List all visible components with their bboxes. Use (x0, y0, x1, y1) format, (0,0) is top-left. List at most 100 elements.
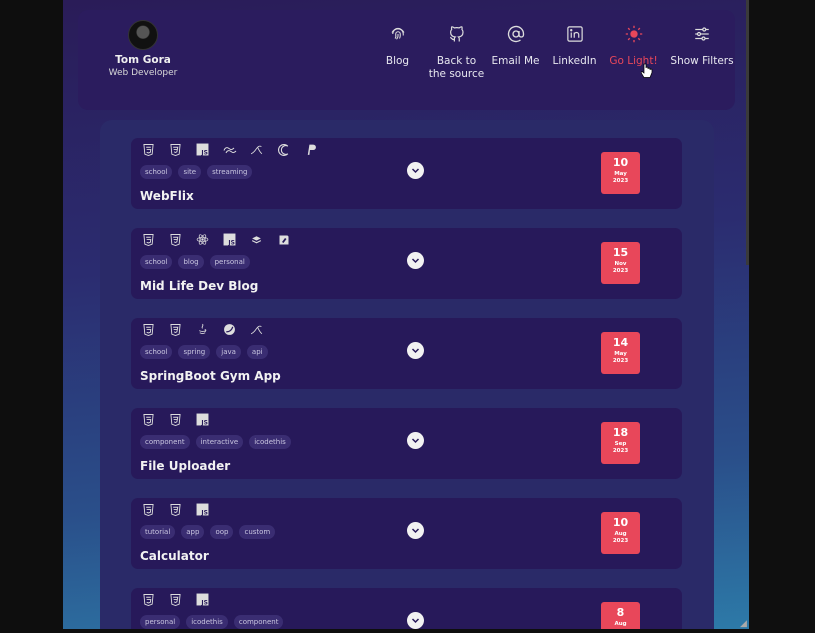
spring-icon (221, 323, 238, 336)
tag[interactable]: component (233, 615, 284, 629)
expand-chevron-icon[interactable] (407, 522, 424, 539)
tag[interactable]: spring (178, 345, 211, 359)
editor-icon (275, 233, 292, 246)
date-day: 15 (612, 246, 629, 259)
tag[interactable]: app (181, 525, 205, 539)
nav-linkedin[interactable]: LinkedIn (545, 22, 604, 81)
svg-text:JS: JS (200, 149, 208, 156)
date-year: 2023 (612, 268, 629, 274)
project-list: JS school site streaming WebFlix 10 May 2023 JS s… (100, 120, 714, 629)
nav-source[interactable]: Back to the source (427, 22, 486, 81)
tag[interactable]: school (140, 165, 173, 179)
project-card[interactable]: JS school blog personal Mid Life Dev Blog 15 N… (131, 228, 682, 299)
tech-stack: JS (140, 233, 292, 246)
resize-grip-icon[interactable]: ◢ (740, 620, 749, 629)
linkedin-icon (563, 22, 587, 46)
tag[interactable]: school (140, 345, 173, 359)
sun-icon (622, 22, 646, 46)
date-day: 14 (612, 336, 629, 349)
tag[interactable]: oop (210, 525, 234, 539)
expand-chevron-icon[interactable] (407, 342, 424, 359)
site-header: Tom Gora Web Developer Blog Back to the (78, 10, 735, 110)
nav-email-label: Email Me (491, 55, 540, 67)
tag[interactable]: streaming (207, 165, 253, 179)
nav-filters-label: Show Filters (670, 55, 734, 67)
date-month: Aug (614, 531, 627, 537)
window-background (749, 0, 815, 633)
javascript-icon: JS (221, 233, 238, 246)
page-viewport: Tom Gora Web Developer Blog Back to the (63, 0, 749, 629)
expand-chevron-icon[interactable] (407, 162, 424, 179)
date-day: 10 (612, 516, 629, 529)
avatar (128, 20, 158, 50)
expand-chevron-icon[interactable] (407, 432, 424, 449)
tag[interactable]: api (246, 345, 268, 359)
profile-name: Tom Gora (115, 54, 171, 66)
date-badge: 14 May 2023 (601, 332, 640, 374)
javascript-icon: JS (194, 593, 211, 606)
tag[interactable]: blog (178, 255, 204, 269)
date-badge: 10 Aug 2023 (601, 512, 640, 554)
tailwind-icon (221, 143, 238, 156)
date-month: May (614, 171, 627, 177)
css3-icon (167, 143, 184, 156)
date-month: Sep (614, 441, 627, 447)
paypal-icon (302, 143, 319, 156)
nav-show-filters[interactable]: Show Filters (663, 22, 741, 81)
css3-icon (167, 233, 184, 246)
expand-chevron-icon[interactable] (407, 252, 424, 269)
javascript-icon: JS (194, 413, 211, 426)
html5-icon (140, 503, 157, 516)
expand-chevron-icon[interactable] (407, 612, 424, 629)
sliders-icon (690, 22, 714, 46)
tag[interactable]: icodethis (186, 615, 228, 629)
tag[interactable]: tutorial (140, 525, 176, 539)
cloud-icon (248, 233, 265, 246)
mouse-cursor-icon (641, 63, 653, 78)
tag[interactable]: interactive (195, 435, 244, 449)
fingerprint-icon (386, 22, 410, 46)
tech-stack (140, 323, 265, 336)
html5-icon (140, 593, 157, 606)
svg-text:JS: JS (200, 599, 208, 606)
html5-icon (140, 233, 157, 246)
tech-stack: JS (140, 413, 211, 426)
date-badge: 10 May 2023 (601, 152, 640, 194)
tag[interactable]: icodethis (249, 435, 291, 449)
css3-icon (167, 413, 184, 426)
svg-text:JS: JS (200, 419, 208, 426)
profile-role: Web Developer (108, 68, 178, 78)
html5-icon (140, 143, 157, 156)
date-badge: 8 Aug (601, 602, 640, 629)
tag[interactable]: site (178, 165, 202, 179)
project-card[interactable]: school spring java api SpringBoot Gym App 14 M… (131, 318, 682, 389)
date-badge: 15 Nov 2023 (601, 242, 640, 284)
project-card[interactable]: JS tutorial app oop custom Calculator 10 Aug 202… (131, 498, 682, 569)
tag[interactable]: java (216, 345, 241, 359)
project-title: Calculator (140, 549, 209, 563)
project-card[interactable]: JS component interactive icodethis File Uplo… (131, 408, 682, 479)
date-day: 10 (612, 156, 629, 169)
svg-text:JS: JS (200, 509, 208, 516)
tag-list: school spring java api (140, 345, 268, 359)
java-icon (194, 323, 211, 336)
css3-icon (167, 323, 184, 336)
tag-list: school blog personal (140, 255, 250, 269)
nav-email[interactable]: Email Me (486, 22, 545, 81)
tag[interactable]: personal (140, 615, 181, 629)
date-badge: 18 Sep 2023 (601, 422, 640, 464)
nav-blog[interactable]: Blog (368, 22, 427, 81)
tag[interactable]: school (140, 255, 173, 269)
date-month: Aug (614, 621, 627, 627)
nav-theme-toggle[interactable]: Go Light! (604, 22, 663, 81)
tag[interactable]: personal (209, 255, 250, 269)
nav-linkedin-label: LinkedIn (552, 55, 597, 67)
tag[interactable]: custom (239, 525, 276, 539)
main-nav: Blog Back to the source Email Me LinkedI… (368, 22, 741, 81)
tag-list: component interactive icodethis (140, 435, 291, 449)
project-card[interactable]: JS personal icodethis component 8 Aug (131, 588, 682, 629)
tag[interactable]: component (140, 435, 190, 449)
date-year: 2023 (612, 538, 629, 544)
project-card[interactable]: JS school site streaming WebFlix 10 May 2023 (131, 138, 682, 209)
javascript-icon: JS (194, 503, 211, 516)
